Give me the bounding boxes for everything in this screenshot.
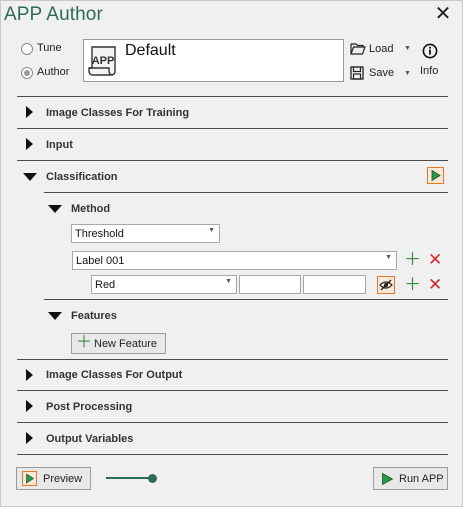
play-icon	[22, 471, 37, 486]
section-input[interactable]: Input	[46, 139, 73, 151]
save-button[interactable]: Save	[369, 67, 394, 79]
info-icon[interactable]	[422, 43, 438, 59]
run-app-button[interactable]: Run APP	[373, 467, 448, 490]
features-label[interactable]: Features	[71, 310, 117, 322]
expand-arrow-icon[interactable]	[26, 432, 33, 444]
load-dropdown-icon[interactable]: ▼	[404, 45, 411, 52]
folder-open-icon[interactable]	[350, 42, 366, 55]
expand-arrow-icon[interactable]	[26, 138, 33, 150]
divider	[17, 422, 448, 423]
method-value: Threshold	[75, 228, 124, 240]
divider	[17, 390, 448, 391]
app-name-box[interactable]: APP Default	[83, 39, 344, 82]
remove-color-range-icon[interactable]: ✕	[428, 276, 442, 293]
author-label[interactable]: Author	[37, 66, 69, 78]
app-icon-text: APP	[92, 55, 115, 67]
divider	[17, 454, 448, 455]
divider	[44, 192, 448, 193]
save-icon[interactable]	[350, 66, 364, 80]
close-icon[interactable]: ✕	[433, 3, 453, 25]
tune-radio[interactable]	[21, 43, 33, 55]
visibility-off-icon[interactable]	[377, 276, 395, 294]
collapse-arrow-icon[interactable]	[48, 312, 62, 320]
app-author-panel: APP Author ✕ Tune Author APP Default Loa…	[0, 0, 463, 507]
divider	[17, 128, 448, 129]
color-select[interactable]: Red ▼	[91, 275, 237, 294]
collapse-arrow-icon[interactable]	[48, 205, 62, 213]
new-feature-button[interactable]: ＋ New Feature	[71, 333, 166, 354]
app-scroll-icon: APP	[88, 46, 116, 76]
preview-button[interactable]: Preview	[16, 467, 91, 490]
preview-slider-track[interactable]	[106, 477, 153, 479]
author-radio[interactable]	[21, 67, 33, 79]
color-value: Red	[95, 279, 116, 291]
window-title: APP Author	[4, 4, 103, 25]
method-select[interactable]: Threshold ▼	[71, 224, 220, 243]
plus-icon: ＋	[76, 334, 93, 351]
expand-arrow-icon[interactable]	[26, 106, 33, 118]
save-dropdown-icon[interactable]: ▼	[404, 70, 411, 77]
add-color-range-icon[interactable]: ＋	[404, 276, 421, 293]
chevron-down-icon: ▼	[208, 227, 215, 234]
section-image-classes-training[interactable]: Image Classes For Training	[46, 107, 189, 119]
label-value: Label 001	[76, 255, 125, 267]
section-classification[interactable]: Classification	[46, 171, 118, 183]
info-label[interactable]: Info	[420, 65, 438, 77]
run-classification-icon[interactable]	[427, 167, 444, 184]
section-post-processing[interactable]: Post Processing	[46, 401, 132, 413]
new-feature-label: New Feature	[94, 338, 157, 350]
label-select[interactable]: Label 001 ▼	[72, 251, 397, 270]
chevron-down-icon: ▼	[225, 278, 232, 285]
divider	[17, 96, 448, 97]
expand-arrow-icon[interactable]	[26, 400, 33, 412]
divider	[44, 299, 448, 300]
remove-label-icon[interactable]: ✕	[428, 251, 442, 268]
load-button[interactable]: Load	[369, 43, 393, 55]
range-min-input[interactable]	[239, 275, 301, 294]
method-label[interactable]: Method	[71, 203, 110, 215]
range-max-input[interactable]	[303, 275, 366, 294]
add-label-icon[interactable]: ＋	[404, 251, 421, 268]
preview-label: Preview	[43, 473, 83, 485]
app-name: Default	[125, 42, 176, 59]
collapse-arrow-icon[interactable]	[23, 173, 37, 181]
run-icon	[382, 472, 394, 486]
preview-slider-knob[interactable]	[148, 474, 157, 483]
expand-arrow-icon[interactable]	[26, 369, 33, 381]
divider	[17, 359, 448, 360]
divider	[17, 160, 448, 161]
tune-label[interactable]: Tune	[37, 42, 62, 54]
section-output-variables[interactable]: Output Variables	[46, 433, 133, 445]
run-app-label: Run APP	[399, 473, 444, 485]
section-image-classes-output[interactable]: Image Classes For Output	[46, 369, 182, 381]
chevron-down-icon: ▼	[385, 254, 392, 261]
